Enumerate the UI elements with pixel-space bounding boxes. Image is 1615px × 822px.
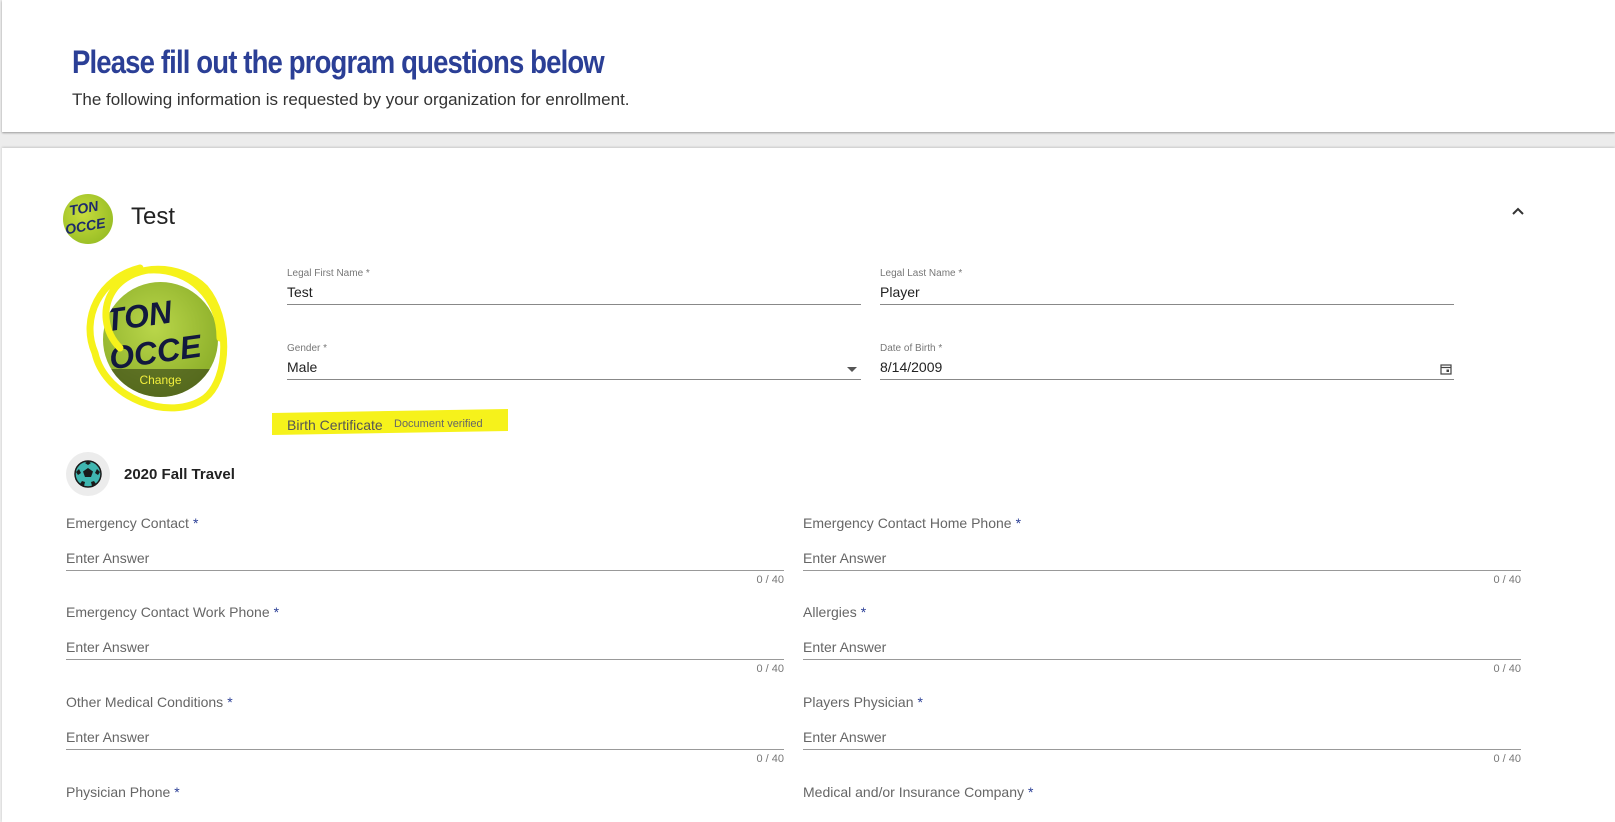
underline: [66, 749, 784, 750]
gender-value[interactable]: Male: [287, 359, 861, 375]
underline: [880, 304, 1454, 305]
dob-value[interactable]: 8/14/2009: [880, 359, 1454, 375]
char-counter: 0 / 40: [756, 574, 784, 586]
question-medical-insurance-company: Medical and/or Insurance Company *: [803, 784, 1521, 800]
first-name-field[interactable]: Legal First Name * Test: [287, 268, 861, 306]
required-marker: *: [323, 343, 328, 354]
char-counter: 0 / 40: [756, 663, 784, 675]
page-title: Please fill out the program questions be…: [72, 44, 605, 80]
dob-field[interactable]: Date of Birth * 8/14/2009: [880, 343, 1454, 381]
emergency-contact-home-phone-input[interactable]: [803, 548, 1521, 568]
underline: [66, 570, 784, 571]
player-card: [2, 148, 1615, 822]
underline: [803, 570, 1521, 571]
dropdown-arrow-icon[interactable]: [847, 367, 857, 372]
question-players-physician: Players Physician* 0 / 40: [803, 694, 1521, 765]
last-name-value[interactable]: Player: [880, 284, 1454, 300]
underline: [287, 304, 861, 305]
question-label-wrap: Emergency Contact Home Phone *: [803, 515, 1521, 531]
soccer-ball-icon: [66, 452, 110, 496]
question-label: Emergency Contact Work Phone: [66, 604, 270, 620]
question-emergency-contact: Emergency Contact* 0 / 40: [66, 515, 784, 586]
calendar-icon[interactable]: [1440, 363, 1452, 375]
program-name: 2020 Fall Travel: [124, 466, 235, 483]
emergency-contact-work-phone-input[interactable]: [66, 637, 784, 657]
underline: [880, 379, 1454, 380]
required-marker: *: [192, 515, 199, 531]
player-avatar: TON OCCE: [63, 194, 113, 244]
required-marker: *: [273, 604, 280, 620]
required-marker: *: [1015, 515, 1022, 531]
underline: [803, 749, 1521, 750]
player-name: Test: [131, 203, 176, 230]
char-counter: 0 / 40: [1493, 753, 1521, 765]
question-label-wrap: Emergency Contact Work Phone *: [66, 604, 784, 620]
question-other-medical-conditions: Other Medical Conditions* 0 / 40: [66, 694, 784, 765]
question-label-wrap: Players Physician *: [803, 694, 1521, 710]
required-marker: *: [365, 268, 370, 279]
required-marker: *: [958, 268, 963, 279]
required-marker: *: [917, 694, 923, 710]
first-name-value[interactable]: Test: [287, 284, 861, 300]
gender-select[interactable]: Gender * Male: [287, 343, 861, 381]
last-name-label-wrap: Legal Last Name *: [880, 268, 1454, 279]
photo-change-bar[interactable]: Change: [103, 369, 218, 397]
gender-label-wrap: Gender *: [287, 343, 861, 354]
required-marker: *: [174, 784, 180, 800]
question-physician-phone: Physician Phone *: [66, 784, 784, 800]
other-medical-conditions-input[interactable]: [66, 727, 784, 747]
underline: [287, 379, 861, 380]
gender-label: Gender: [287, 343, 321, 354]
page-subtitle: The following information is requested b…: [72, 90, 630, 109]
required-marker: *: [860, 604, 867, 620]
last-name-label: Legal Last Name: [880, 268, 956, 279]
question-label-wrap: Physician Phone *: [66, 784, 784, 800]
first-name-label-wrap: Legal First Name *: [287, 268, 861, 279]
emergency-contact-input[interactable]: [66, 548, 784, 568]
question-label: Emergency Contact Home Phone: [803, 515, 1012, 531]
question-label: Other Medical Conditions: [66, 694, 224, 710]
question-emergency-contact-work-phone: Emergency Contact Work Phone* 0 / 40: [66, 604, 784, 675]
underline: [803, 659, 1521, 660]
chevron-up-icon[interactable]: [1510, 203, 1526, 219]
question-label-wrap: Medical and/or Insurance Company *: [803, 784, 1521, 800]
soccer-ball-graphic: [74, 460, 102, 488]
birth-certificate-label: Birth Certificate: [287, 417, 383, 433]
page-header: Please fill out the program questions be…: [2, 0, 1615, 132]
question-label: Emergency Contact: [66, 515, 189, 531]
required-marker: *: [938, 343, 943, 354]
char-counter: 0 / 40: [1493, 574, 1521, 586]
question-label: Medical and/or Insurance Company: [803, 784, 1025, 800]
dob-label-wrap: Date of Birth *: [880, 343, 1454, 354]
required-marker: *: [227, 694, 233, 710]
question-emergency-contact-home-phone: Emergency Contact Home Phone* 0 / 40: [803, 515, 1521, 586]
photo-change-label: Change: [139, 373, 182, 387]
player-photo-change-button[interactable]: TON OCCE Change: [103, 282, 218, 397]
dob-label: Date of Birth: [880, 343, 936, 354]
question-label: Physician Phone: [66, 784, 171, 800]
question-label: Allergies: [803, 604, 857, 620]
underline: [66, 659, 784, 660]
question-label: Players Physician: [803, 694, 914, 710]
question-label-wrap: Emergency Contact *: [66, 515, 784, 531]
allergies-input[interactable]: [803, 637, 1521, 657]
question-label-wrap: Other Medical Conditions *: [66, 694, 784, 710]
required-marker: *: [1028, 784, 1034, 800]
question-label-wrap: Allergies *: [803, 604, 1521, 620]
char-counter: 0 / 40: [756, 753, 784, 765]
players-physician-input[interactable]: [803, 727, 1521, 747]
last-name-field[interactable]: Legal Last Name * Player: [880, 268, 1454, 306]
document-verified-badge: Document verified: [394, 418, 483, 430]
char-counter: 0 / 40: [1493, 663, 1521, 675]
question-allergies: Allergies* 0 / 40: [803, 604, 1521, 675]
first-name-label: Legal First Name: [287, 268, 364, 279]
